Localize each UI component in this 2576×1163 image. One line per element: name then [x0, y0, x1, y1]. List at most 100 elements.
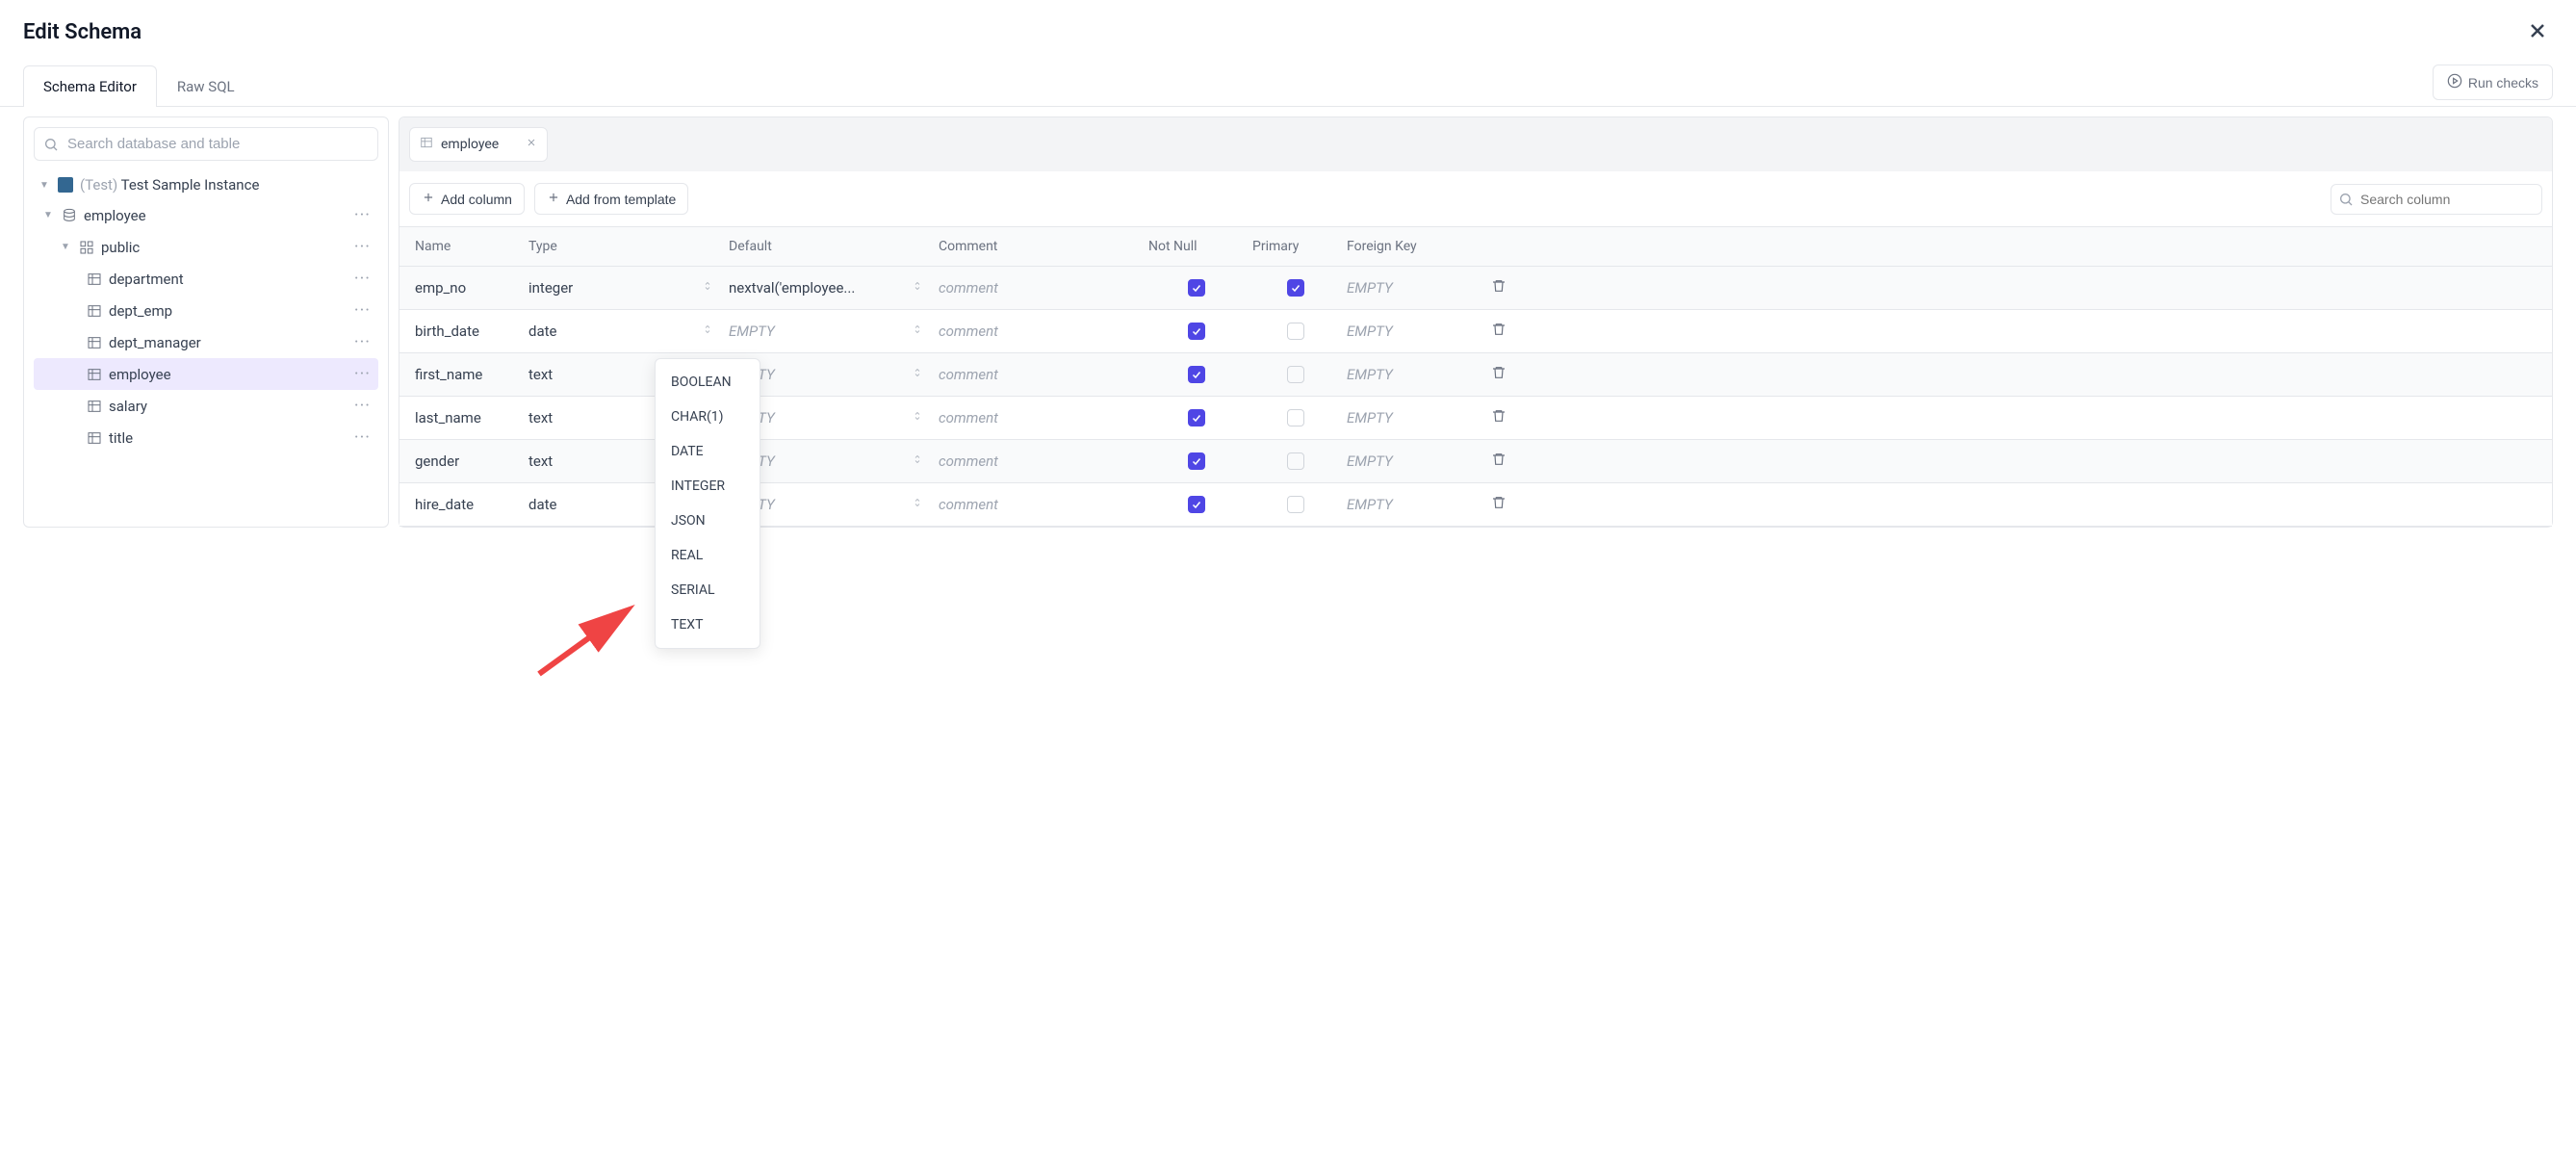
- primary-checkbox[interactable]: [1287, 409, 1304, 426]
- primary-checkbox[interactable]: [1287, 279, 1304, 297]
- primary-checkbox[interactable]: [1287, 496, 1304, 513]
- tree-table-salary[interactable]: salary ···: [34, 390, 378, 422]
- type-option-text[interactable]: TEXT: [656, 607, 760, 642]
- more-icon[interactable]: ···: [350, 332, 374, 352]
- close-button[interactable]: [2522, 15, 2553, 49]
- tree-instance[interactable]: ▼ (Test) Test Sample Instance: [34, 170, 378, 199]
- cell-default[interactable]: EMPTY: [729, 323, 931, 340]
- sidebar-search-input[interactable]: [34, 127, 378, 161]
- type-option-serial[interactable]: SERIAL: [656, 573, 760, 607]
- default-empty: EMPTY: [729, 323, 775, 340]
- cell-foreign-key[interactable]: EMPTY: [1347, 409, 1472, 426]
- column-search-input[interactable]: [2331, 184, 2542, 215]
- cell-comment[interactable]: comment: [939, 409, 1141, 426]
- table-row: birth_date date EMPTY comment EMPTY: [399, 310, 2552, 353]
- more-icon[interactable]: ···: [350, 269, 374, 289]
- delete-row-button[interactable]: [1480, 365, 1518, 384]
- file-tab-employee[interactable]: employee: [409, 127, 548, 162]
- delete-row-button[interactable]: [1480, 322, 1518, 341]
- cell-comment[interactable]: comment: [939, 279, 1141, 297]
- cell-not-null: [1148, 452, 1245, 470]
- file-tab-strip: employee: [399, 117, 2552, 171]
- comment-placeholder: comment: [939, 409, 998, 426]
- header-foreign-key: Foreign Key: [1347, 239, 1472, 254]
- cell-name[interactable]: last_name: [415, 409, 521, 426]
- header-not-null: Not Null: [1148, 239, 1245, 254]
- primary-checkbox[interactable]: [1287, 323, 1304, 340]
- type-option-boolean[interactable]: BOOLEAN: [656, 365, 760, 400]
- tree-table-employee[interactable]: employee ···: [34, 358, 378, 390]
- more-icon[interactable]: ···: [350, 205, 374, 225]
- tabs-bar: Schema Editor Raw SQL Run checks: [0, 65, 2576, 107]
- cell-comment[interactable]: comment: [939, 323, 1141, 340]
- cell-name[interactable]: hire_date: [415, 496, 521, 513]
- type-option-real[interactable]: REAL: [656, 538, 760, 573]
- delete-row-button[interactable]: [1480, 278, 1518, 297]
- cell-foreign-key[interactable]: EMPTY: [1347, 496, 1472, 513]
- cell-comment[interactable]: comment: [939, 496, 1141, 513]
- cell-name[interactable]: first_name: [415, 366, 521, 383]
- not-null-checkbox[interactable]: [1188, 279, 1205, 297]
- not-null-checkbox[interactable]: [1188, 366, 1205, 383]
- instance-label: (Test) Test Sample Instance: [80, 176, 374, 194]
- cell-primary: [1252, 323, 1339, 340]
- add-column-button[interactable]: Add column: [409, 183, 525, 215]
- delete-row-button[interactable]: [1480, 495, 1518, 514]
- more-icon[interactable]: ···: [350, 237, 374, 257]
- cell-not-null: [1148, 323, 1245, 340]
- tab-schema-editor[interactable]: Schema Editor: [23, 65, 157, 107]
- tree-database-employee[interactable]: ▼ employee ···: [34, 199, 378, 231]
- cell-foreign-key[interactable]: EMPTY: [1347, 452, 1472, 470]
- type-value: date: [528, 323, 556, 340]
- more-icon[interactable]: ···: [350, 427, 374, 448]
- trash-icon: [1491, 322, 1507, 341]
- cell-type[interactable]: date: [528, 323, 721, 340]
- more-icon[interactable]: ···: [350, 300, 374, 321]
- trash-icon: [1491, 365, 1507, 384]
- tree-label: title: [109, 429, 345, 447]
- tree-table-department[interactable]: department ···: [34, 263, 378, 295]
- primary-checkbox[interactable]: [1287, 366, 1304, 383]
- not-null-checkbox[interactable]: [1188, 409, 1205, 426]
- chevron-down-icon: ▼: [41, 210, 55, 220]
- tree-table-dept-emp[interactable]: dept_emp ···: [34, 295, 378, 326]
- cell-foreign-key[interactable]: EMPTY: [1347, 323, 1472, 340]
- type-option-char1[interactable]: CHAR(1): [656, 400, 760, 434]
- cell-name[interactable]: gender: [415, 452, 521, 470]
- delete-row-button[interactable]: [1480, 408, 1518, 427]
- cell-comment[interactable]: comment: [939, 452, 1141, 470]
- delete-row-button[interactable]: [1480, 452, 1518, 471]
- tab-raw-sql[interactable]: Raw SQL: [157, 65, 255, 107]
- add-from-template-button[interactable]: Add from template: [534, 183, 688, 215]
- comment-placeholder: comment: [939, 279, 998, 297]
- run-checks-label: Run checks: [2468, 75, 2538, 90]
- type-option-integer[interactable]: INTEGER: [656, 469, 760, 504]
- cell-default[interactable]: nextval('employee...: [729, 279, 931, 297]
- primary-checkbox[interactable]: [1287, 452, 1304, 470]
- cell-comment[interactable]: comment: [939, 366, 1141, 383]
- not-null-checkbox[interactable]: [1188, 496, 1205, 513]
- type-option-json[interactable]: JSON: [656, 504, 760, 538]
- cell-type[interactable]: integer: [528, 279, 721, 297]
- cell-foreign-key[interactable]: EMPTY: [1347, 366, 1472, 383]
- not-null-checkbox[interactable]: [1188, 452, 1205, 470]
- plus-icon: [547, 191, 560, 207]
- not-null-checkbox[interactable]: [1188, 323, 1205, 340]
- file-tab-close-button[interactable]: [506, 137, 537, 152]
- chevron-updown-icon: [912, 496, 923, 513]
- tree-table-dept-manager[interactable]: dept_manager ···: [34, 326, 378, 358]
- fk-empty: EMPTY: [1347, 409, 1393, 426]
- tree-schema-public[interactable]: ▼ public ···: [34, 231, 378, 263]
- tree-table-title[interactable]: title ···: [34, 422, 378, 453]
- type-option-date[interactable]: DATE: [656, 434, 760, 469]
- database-icon: [61, 207, 78, 224]
- cell-not-null: [1148, 496, 1245, 513]
- cell-name[interactable]: emp_no: [415, 279, 521, 297]
- fk-empty: EMPTY: [1347, 452, 1393, 470]
- more-icon[interactable]: ···: [350, 364, 374, 384]
- cell-name[interactable]: birth_date: [415, 323, 521, 340]
- cell-foreign-key[interactable]: EMPTY: [1347, 279, 1472, 297]
- tree-label: employee: [84, 207, 345, 224]
- more-icon[interactable]: ···: [350, 396, 374, 416]
- run-checks-button[interactable]: Run checks: [2433, 65, 2553, 100]
